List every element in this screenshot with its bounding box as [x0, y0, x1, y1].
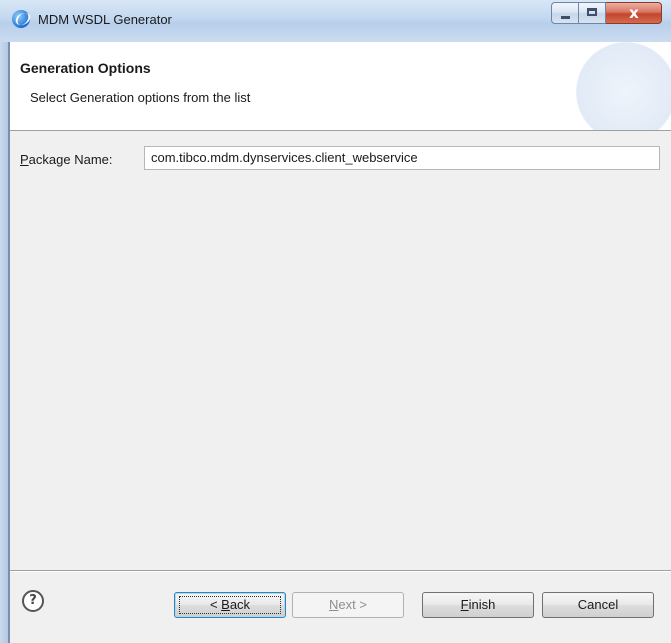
finish-label-rest: inish — [468, 597, 496, 612]
wizard-header: Generation Options Select Generation opt… — [10, 42, 671, 131]
window-title: MDM WSDL Generator — [38, 12, 172, 27]
back-button[interactable]: < Back — [174, 592, 286, 618]
title-bar[interactable]: MDM WSDL Generator x — [0, 0, 671, 42]
wizard-banner-graphic — [570, 42, 671, 130]
cancel-button[interactable]: Cancel — [542, 592, 654, 618]
app-logo-icon — [12, 10, 32, 28]
help-icon[interactable]: ? — [22, 590, 44, 612]
separator-highlight — [10, 571, 671, 572]
next-label-rest: ext > — [338, 597, 367, 612]
dialog-body: Generation Options Select Generation opt… — [8, 42, 671, 643]
page-description: Select Generation options from the list — [30, 90, 251, 105]
package-name-input[interactable]: com.tibco.mdm.dynservices.client_webserv… — [144, 146, 660, 170]
focus-ring — [179, 596, 281, 614]
close-icon: x — [629, 4, 639, 22]
close-button[interactable]: x — [606, 2, 662, 24]
next-button[interactable]: Next > — [292, 592, 404, 618]
minimize-button[interactable] — [551, 2, 579, 24]
page-title: Generation Options — [20, 60, 151, 76]
window-frame-left — [0, 42, 8, 643]
package-name-label: Package Name: — [20, 152, 113, 167]
wsdl-generator-window: MDM WSDL Generator x Generation Options … — [0, 0, 671, 643]
maximize-button[interactable] — [579, 2, 606, 24]
finish-label-mnemonic: F — [460, 597, 469, 612]
next-label-mnemonic: N — [329, 597, 339, 612]
maximize-icon — [587, 8, 597, 16]
finish-button[interactable]: Finish — [422, 592, 534, 618]
minimize-icon — [561, 16, 570, 19]
